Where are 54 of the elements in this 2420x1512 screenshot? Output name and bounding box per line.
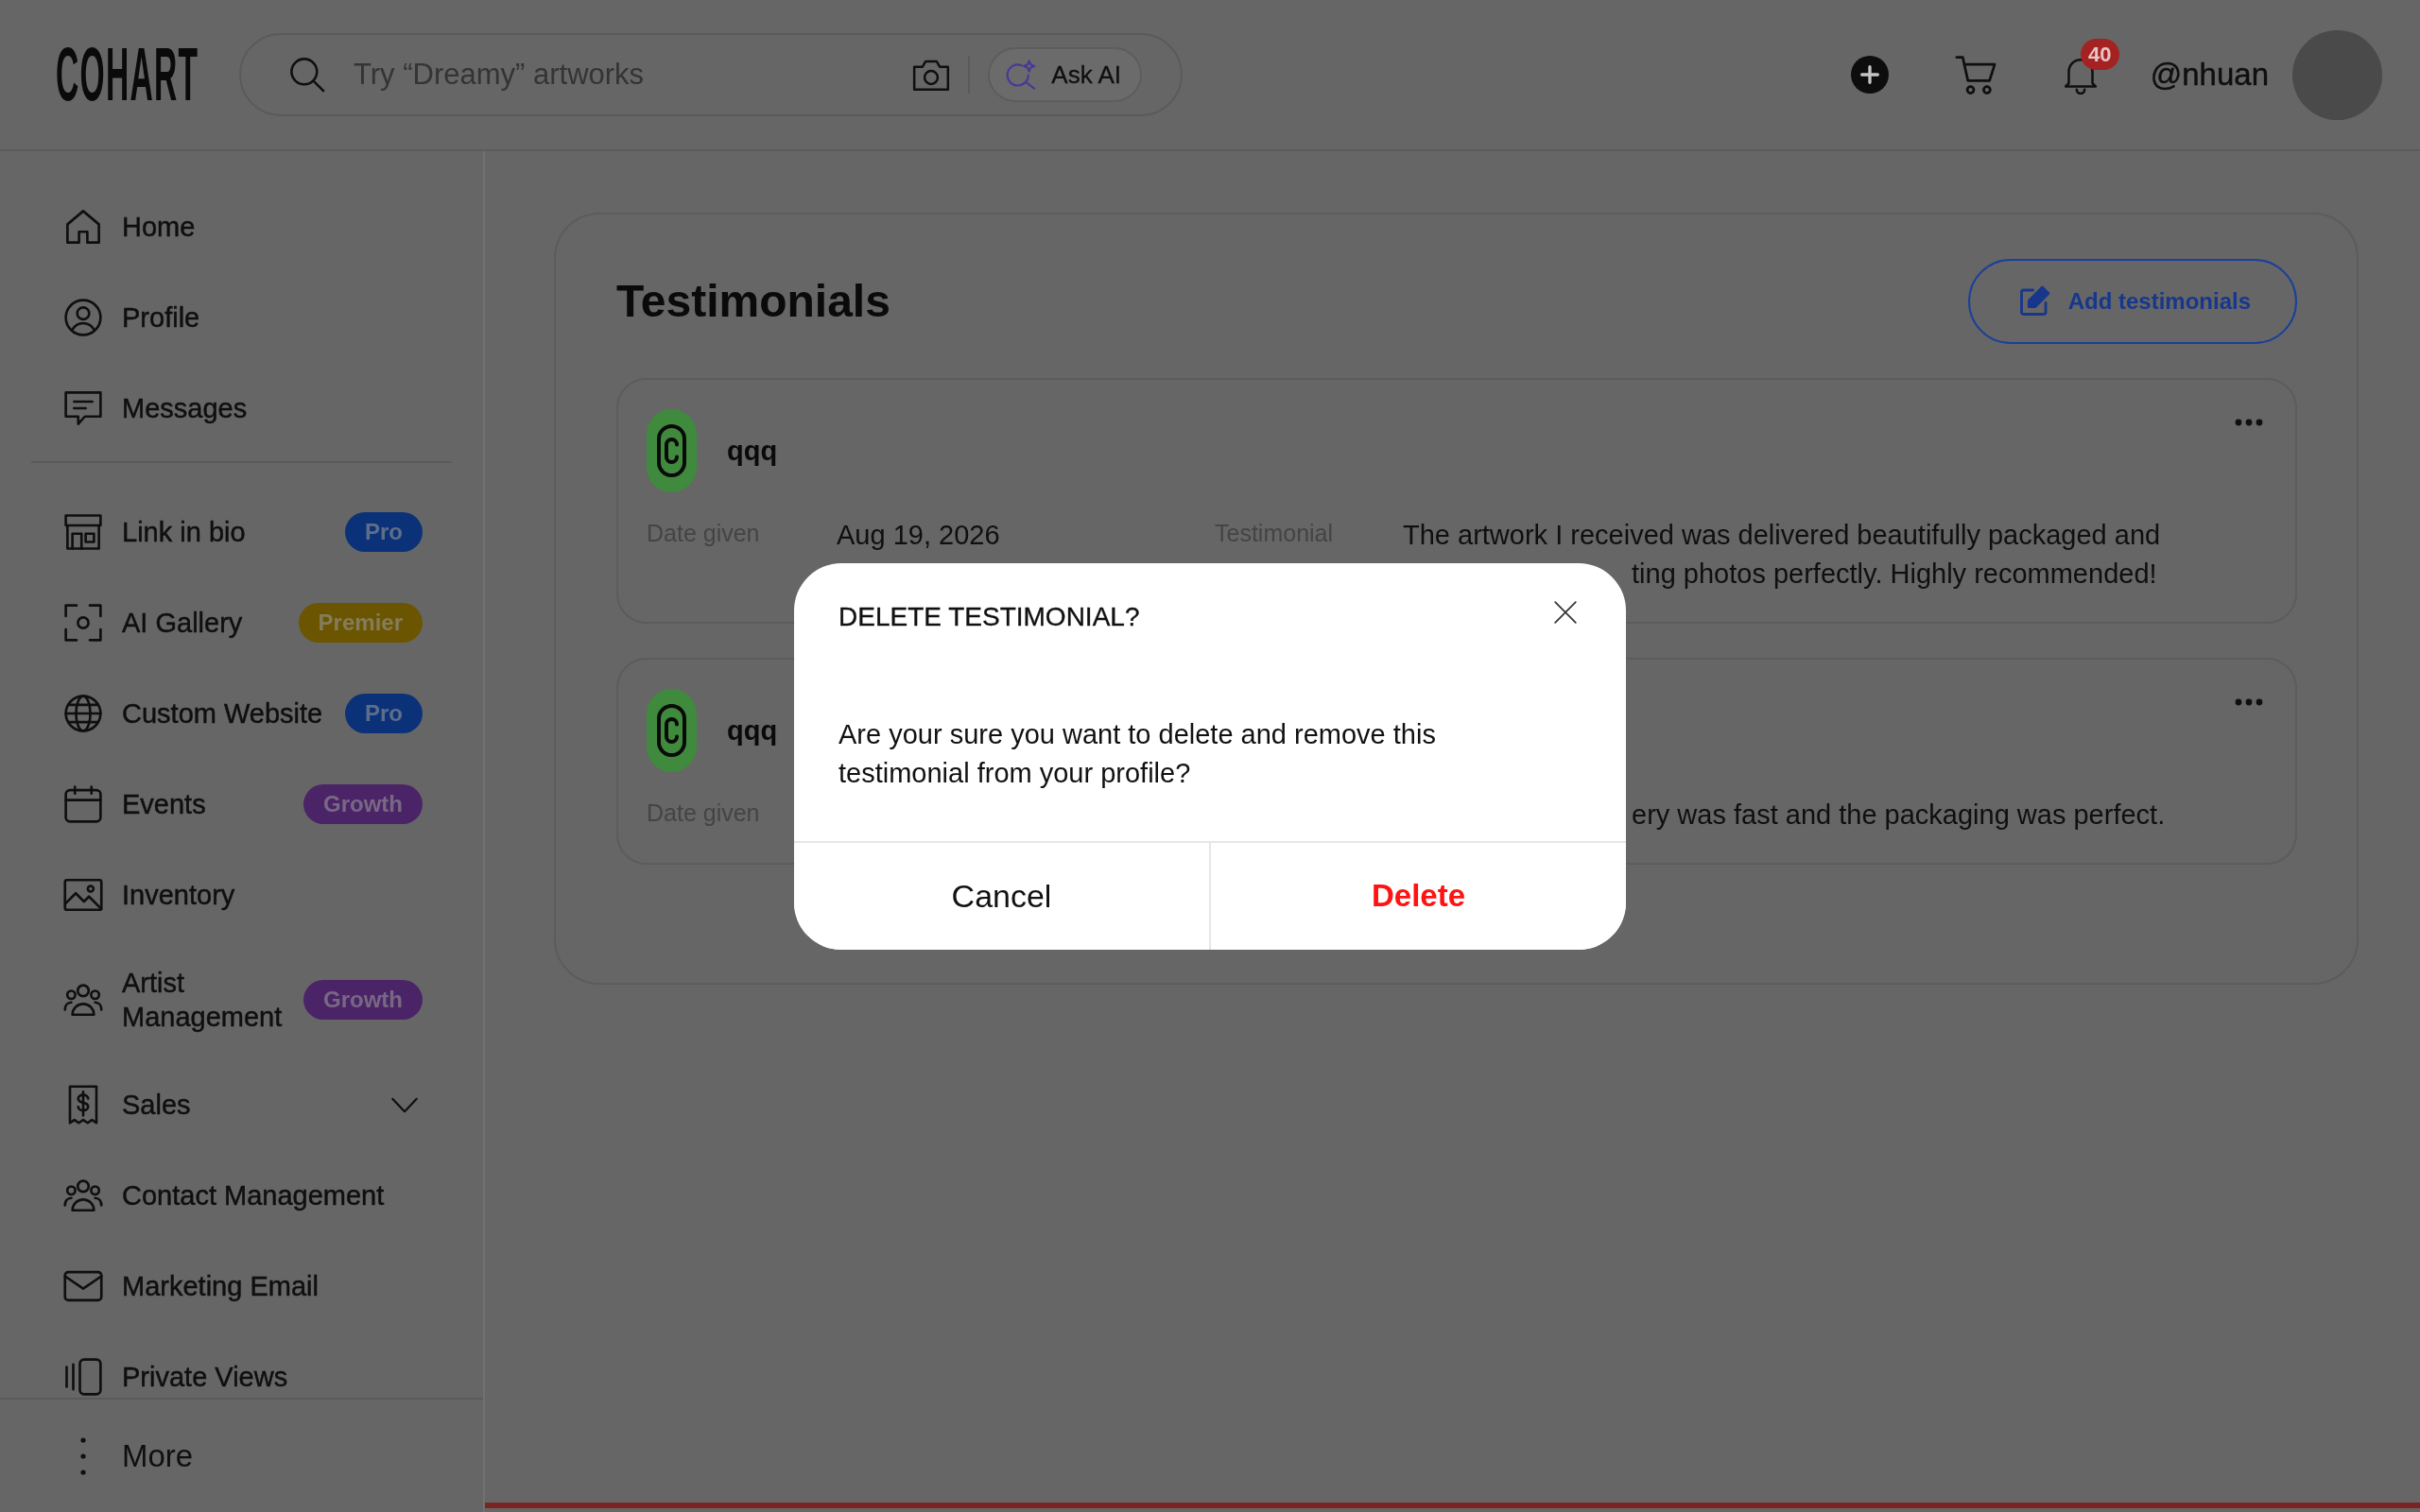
sidebar-item[interactable]: Custom Website Pro (31, 694, 452, 733)
user-circle-icon (63, 298, 103, 337)
username[interactable]: @nhuan (2150, 57, 2269, 93)
ask-ai-button[interactable]: Ask AI (988, 47, 1142, 102)
plan-badge: Growth (303, 784, 423, 824)
sidebar-item[interactable]: Marketing Email (31, 1266, 452, 1306)
dialog-message: Are your sure you want to delete and remove this testimonial from your profile? (838, 717, 1437, 790)
more-icon[interactable] (2235, 419, 2263, 426)
page-title: Testimonials (616, 275, 890, 329)
more-icon (78, 1436, 88, 1475)
home-icon (63, 207, 103, 247)
more-button[interactable]: More (78, 1435, 194, 1477)
avatar-logo-icon (647, 689, 697, 772)
testimonial-text: The artwork I received was delivered beautifully packaged and (1403, 519, 2161, 552)
calendar-icon (63, 784, 103, 824)
card-stack-icon (63, 1357, 103, 1397)
plus-icon[interactable] (1850, 56, 1889, 94)
sidebar-item[interactable]: Contact Management (31, 1176, 452, 1215)
more-icon[interactable] (2235, 698, 2263, 706)
sidebar-item[interactable]: Link in bio Pro (31, 512, 452, 552)
author-name: qqq (727, 714, 778, 747)
sidebar-item[interactable]: Sales (31, 1085, 452, 1125)
chat-bubble-icon (63, 388, 103, 428)
notification-count: 40 (2080, 39, 2119, 70)
sidebar-item[interactable]: AI Gallery Premier (31, 603, 452, 643)
sidebar-item[interactable]: Inventory (31, 875, 452, 915)
plan-badge: Pro (345, 694, 423, 733)
sidebar-item[interactable]: Messages (31, 388, 452, 428)
chevron-icon[interactable] (390, 1096, 419, 1113)
avatar-logo-icon (647, 409, 697, 492)
storefront-icon (63, 512, 103, 552)
cancel-button[interactable]: Cancel (794, 842, 1211, 950)
sidebar-item[interactable]: Home (31, 207, 452, 247)
date-text: Aug 19, 2026 (837, 519, 1000, 552)
sparkle-search-icon (1006, 60, 1037, 90)
sidebar-item[interactable]: Events Growth (31, 784, 452, 824)
pencil-square-icon (2017, 285, 2050, 318)
plan-badge: Growth (303, 980, 423, 1020)
testimonial-text: ting photos perfectly. Highly recommended! (1632, 558, 2157, 591)
sidebar-item[interactable]: Profile (31, 298, 452, 337)
search-icon (289, 57, 325, 93)
close-icon[interactable] (1553, 599, 1578, 625)
sidebar-item[interactable]: Private Views (31, 1357, 452, 1397)
testimonial-text: ery was fast and the packaging was perfect. (1632, 799, 2166, 832)
dialog-title: DELETE TESTIMONIAL? (838, 600, 1140, 633)
plan-badge: Premier (298, 603, 423, 643)
cart-icon[interactable] (1954, 55, 1996, 94)
scan-frame-icon (63, 603, 103, 643)
sidebar-item[interactable]: Artist Management Growth (31, 966, 452, 1034)
logo[interactable]: COHART (56, 37, 199, 112)
add-testimonials-button[interactable]: Add testimonials (1967, 259, 2297, 344)
plan-badge: Pro (345, 512, 423, 552)
author-name: qqq (727, 435, 778, 468)
globe-icon (63, 694, 103, 733)
